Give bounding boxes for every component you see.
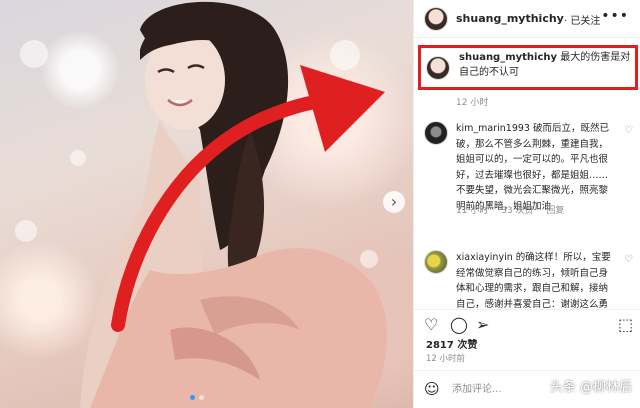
follow-status[interactable]: · 已关注 [564, 12, 600, 27]
post-photo[interactable]: › [0, 0, 413, 408]
action-bar: ♡ ◯ ➢ ⬚ [414, 309, 640, 337]
reply-button[interactable]: 回复 [546, 206, 564, 216]
comment-time: 11 小时 [456, 206, 489, 216]
comment-item: xiaxiayinyin 的确这样！所以，宝要经常做觉察自己的练习，倾听自己身体… [414, 250, 640, 310]
comment-likes[interactable]: 33 次赞 [501, 206, 533, 216]
caption-time: 12 小时 [456, 98, 489, 108]
comment-input[interactable] [452, 380, 542, 398]
more-options-icon[interactable]: ••• [601, 8, 629, 24]
comment-meta: 11 小时 33 次赞 回复 [456, 203, 574, 216]
caption: shuang_mythichy 最大的伤害是对自己的不认可 [459, 50, 635, 80]
like-heart-icon[interactable]: ♡ [424, 317, 438, 333]
carousel-dots [190, 395, 204, 400]
likes-count[interactable]: 2817 次赞 [426, 336, 477, 351]
avatar[interactable] [424, 7, 448, 31]
carousel-dot [199, 395, 204, 400]
caption-username[interactable]: shuang_mythichy [459, 52, 557, 63]
emoji-icon[interactable]: ☺ [424, 380, 440, 398]
carousel-dot-active [190, 395, 195, 400]
posted-ago: 12 小时前 [426, 354, 466, 364]
red-arrowhead [300, 65, 385, 152]
post-side-panel: shuang_mythichy · 已关注 ••• shuang_mythich… [413, 0, 640, 408]
bookmark-icon[interactable]: ⬚ [618, 317, 633, 333]
source-watermark: 头条 @柳林后 [549, 380, 632, 395]
caption-avatar[interactable] [426, 56, 450, 80]
share-icon[interactable]: ➢ [476, 317, 489, 333]
comment-like-icon[interactable]: ♡ [624, 125, 633, 136]
post-header: shuang_mythichy · 已关注 ••• [414, 0, 640, 38]
comment-text: 破而后立，既然已破，那么不管多么荆棘，重建自我，姐姐可以的，一定可以的。平凡也很… [456, 123, 610, 212]
comment-like-icon[interactable]: ♡ [624, 254, 633, 265]
header-username[interactable]: shuang_mythichy [456, 12, 564, 25]
comment-item: kim_marin1993 破而后立，既然已破，那么不管多么荆棘，重建自我，姐姐… [414, 121, 640, 221]
caption-highlight-box: shuang_mythichy 最大的伤害是对自己的不认可 [418, 45, 638, 90]
comment-bubble-icon[interactable]: ◯ [450, 317, 468, 333]
next-photo-button[interactable]: › [383, 191, 405, 213]
commenter-username[interactable]: kim_marin1993 [456, 123, 530, 134]
commenter-username[interactable]: xiaxiayinyin [456, 252, 513, 263]
commenter-avatar[interactable] [424, 121, 448, 145]
comment-body: kim_marin1993 破而后立，既然已破，那么不管多么荆棘，重建自我，姐姐… [456, 121, 616, 214]
portrait-illustration [80, 1, 387, 408]
commenter-avatar[interactable] [424, 250, 448, 274]
comment-body: xiaxiayinyin 的确这样！所以，宝要经常做觉察自己的练习，倾听自己身体… [456, 250, 616, 308]
